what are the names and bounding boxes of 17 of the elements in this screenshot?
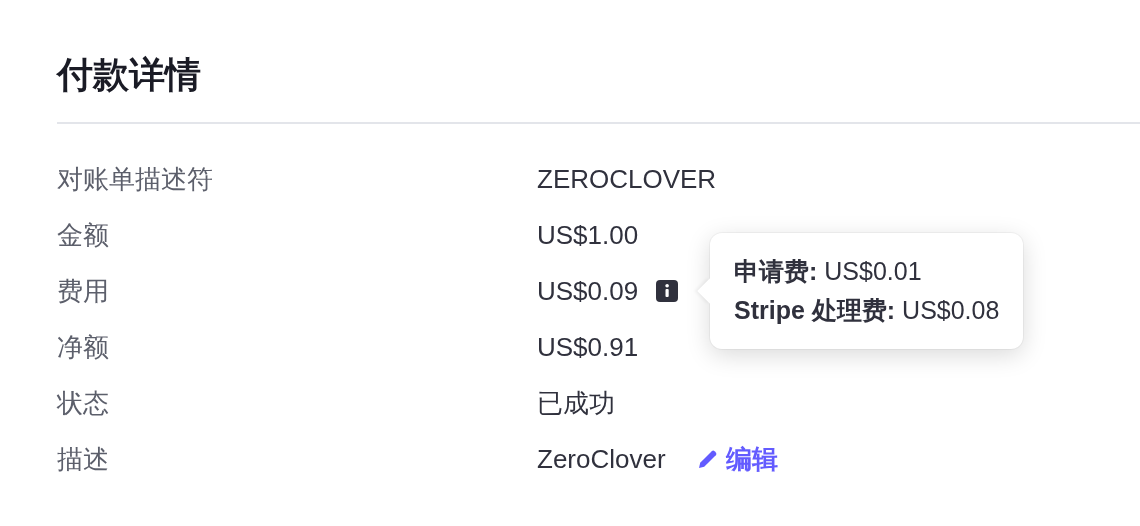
- field-value: 已成功: [537, 386, 615, 420]
- field-value: US$1.00: [537, 219, 639, 251]
- field-value: ZEROCLOVER: [537, 163, 717, 195]
- field-label: 费用: [57, 274, 110, 308]
- field-value: US$0.09: [537, 275, 639, 307]
- field-label: 净额: [57, 330, 110, 364]
- field-value: US$0.91: [537, 331, 639, 363]
- field-label: 对账单描述符: [57, 162, 214, 196]
- field-value: ZeroClover: [537, 443, 666, 475]
- fee-breakdown-text: 申请费: US$0.01: [734, 256, 923, 287]
- edit-link[interactable]: 编辑: [695, 441, 778, 477]
- fee-breakdown-text: Stripe 处理费: US$0.08: [734, 295, 1000, 326]
- section-heading: 付款详情: [57, 53, 202, 97]
- field-label: 状态: [57, 386, 110, 420]
- field-label: 描述: [57, 442, 110, 476]
- field-label: 金额: [57, 218, 110, 252]
- info-icon[interactable]: [656, 280, 679, 302]
